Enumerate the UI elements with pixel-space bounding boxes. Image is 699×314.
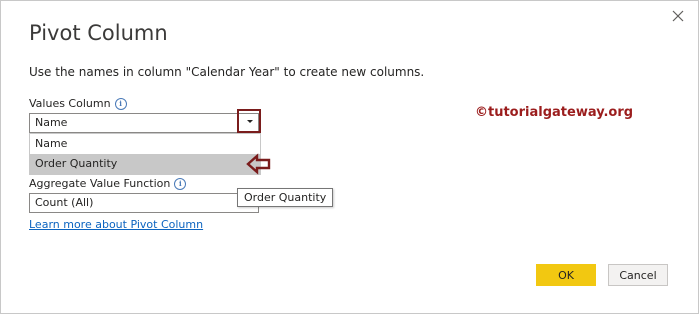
aggregate-label-row: Aggregate Value Function i	[29, 177, 187, 190]
values-column-select[interactable]: Name	[29, 113, 259, 133]
tooltip: Order Quantity	[237, 188, 334, 207]
values-column-label-row: Values Column i	[29, 97, 127, 110]
info-icon[interactable]: i	[114, 97, 127, 110]
values-column-dropdown-list: Name Order Quantity	[29, 133, 261, 175]
learn-more-link[interactable]: Learn more about Pivot Column	[29, 218, 203, 231]
dialog-description: Use the names in column "Calendar Year" …	[29, 65, 425, 79]
ok-button[interactable]: OK	[536, 264, 596, 286]
cancel-button[interactable]: Cancel	[608, 264, 668, 286]
aggregate-value: Count (All)	[35, 196, 94, 209]
dropdown-annotation-box	[237, 109, 261, 133]
values-column-label: Values Column	[29, 97, 111, 110]
info-icon[interactable]: i	[174, 177, 187, 190]
watermark: ©tutorialgateway.org	[475, 105, 634, 120]
close-icon[interactable]	[670, 8, 686, 24]
pivot-column-dialog: Pivot Column Use the names in column "Ca…	[0, 0, 699, 314]
aggregate-select[interactable]: Count (All)	[29, 193, 259, 213]
values-column-value: Name	[35, 116, 68, 129]
dropdown-option-name[interactable]: Name	[30, 134, 260, 154]
annotation-arrow-icon	[246, 153, 271, 175]
dropdown-option-order-quantity[interactable]: Order Quantity	[30, 154, 260, 174]
dialog-title: Pivot Column	[29, 21, 168, 45]
aggregate-label: Aggregate Value Function	[29, 177, 171, 190]
